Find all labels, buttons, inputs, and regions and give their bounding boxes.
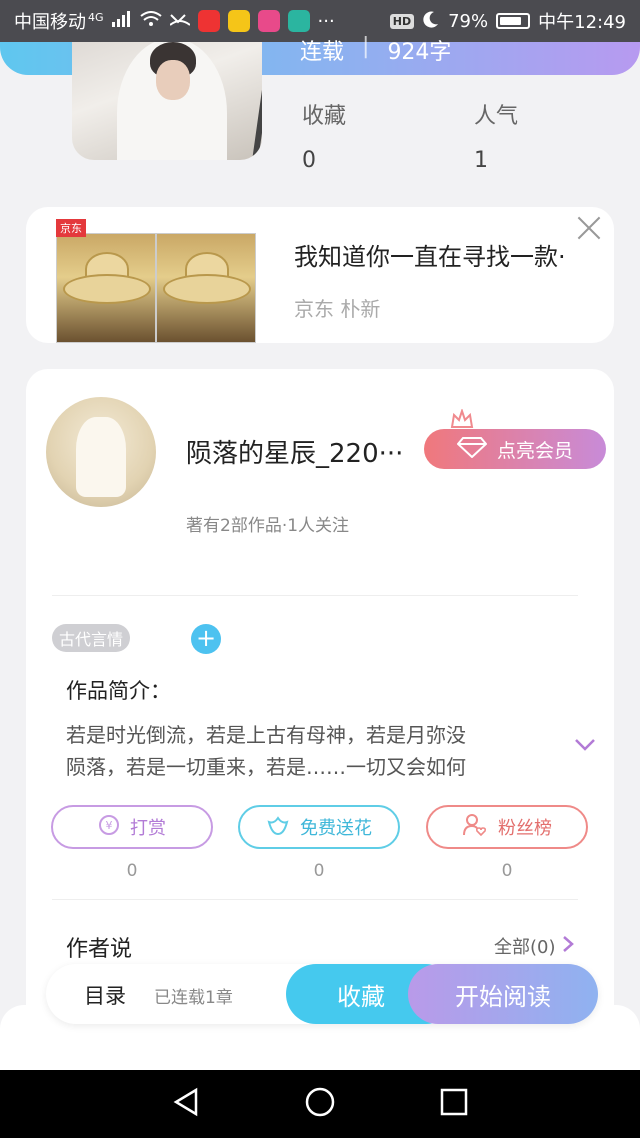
fans-count: 0 (501, 861, 513, 881)
stat-value: 0 (302, 148, 316, 173)
stat-label: 收藏 (302, 104, 347, 129)
battery-percent: 79% (448, 10, 489, 32)
book-meta: 连载 | 924字 (300, 34, 451, 66)
flower-count: 0 (313, 861, 325, 881)
genre-tag[interactable]: 古代言情 (52, 624, 130, 652)
fans-ranking-label: 粉丝榜 (498, 818, 552, 839)
intro-line: 陨落，若是一切重来，若是……一切又会如何 (66, 755, 466, 779)
app-notification-icon (197, 10, 220, 32)
app-notification-icon (257, 10, 280, 32)
ad-image (56, 233, 156, 343)
divider (52, 899, 578, 900)
reward-label: 打赏 (130, 818, 166, 839)
ad-title: 我知道你一直在寻找一款· (294, 243, 566, 271)
book-status: 连载 (300, 40, 345, 65)
author-say-heading: 作者说 (66, 937, 133, 962)
user-heart-icon (462, 813, 488, 842)
avatar[interactable] (46, 397, 156, 507)
vip-button-label: 点亮会员 (496, 439, 573, 462)
stat-value: 1 (474, 148, 488, 173)
toc-button[interactable]: 目录 (84, 980, 126, 1010)
intro-line: 若是时光倒流，若是上古有母神，若是月弥没 (66, 723, 466, 747)
home-icon[interactable] (304, 1086, 336, 1122)
divider (52, 595, 578, 596)
battery-icon (496, 13, 531, 29)
send-flower-button[interactable]: 免费送花 (238, 805, 400, 849)
app-notification-icon (287, 10, 310, 32)
recents-icon[interactable] (440, 1088, 468, 1120)
signal-icon (111, 10, 132, 32)
chevron-right-icon (562, 935, 574, 958)
meta-separator: | (362, 34, 370, 59)
chevron-down-icon[interactable] (574, 737, 596, 756)
svg-text:¥: ¥ (106, 819, 113, 832)
stat-favorites: 收藏 0 (302, 98, 346, 173)
all-comments-link[interactable]: 全部(0) (494, 933, 574, 959)
flower-icon (266, 814, 290, 841)
author-name[interactable]: 陨落的星辰_220··· (186, 433, 426, 470)
yen-icon: ¥ (98, 814, 120, 841)
do-not-disturb-icon (422, 10, 440, 33)
send-flower-label: 免费送花 (300, 818, 372, 839)
battery-fill (500, 17, 522, 25)
back-icon[interactable] (172, 1087, 200, 1121)
fans-ranking-button[interactable]: 粉丝榜 (426, 805, 588, 849)
missed-call-icon (168, 11, 191, 32)
ad-card[interactable]: 我知道你一直在寻找一款· 京东 朴新 (26, 207, 614, 343)
author-meta: 著有2部作品·1人关注 (186, 516, 350, 536)
cover-figure (156, 60, 190, 100)
diamond-icon (456, 436, 488, 463)
brand-tag: 京东 (56, 219, 86, 237)
more-notifications-icon: ··· (317, 10, 335, 32)
carrier-label: 中国移动 (14, 12, 86, 33)
bottom-action-bar: 目录 已连载1章 收藏 开始阅读 (46, 964, 598, 1024)
ad-source: 京东 朴新 (294, 297, 381, 321)
intro-text: 若是时光倒流，若是上古有母神，若是月弥没 陨落，若是一切重来，若是……一切又会如… (66, 719, 556, 783)
add-tag-button[interactable]: + (191, 624, 221, 654)
word-count: 924字 (387, 40, 452, 65)
hd-badge: HD (389, 13, 415, 29)
toc-status: 已连载1章 (154, 988, 233, 1008)
vip-button[interactable]: 点亮会员 (424, 429, 606, 469)
start-reading-button[interactable]: 开始阅读 (408, 964, 598, 1024)
wifi-icon (139, 10, 162, 32)
reward-count: 0 (126, 861, 138, 881)
stat-label: 人气 (474, 104, 519, 129)
ad-image (156, 233, 256, 343)
app-notification-icon (227, 10, 250, 32)
clock: 中午12:49 (538, 12, 626, 33)
system-nav-bar (0, 1070, 640, 1138)
all-comments-label: 全部(0) (494, 937, 556, 958)
reward-button[interactable]: ¥ 打赏 (51, 805, 213, 849)
close-icon[interactable] (574, 213, 604, 243)
intro-heading: 作品简介： (66, 679, 171, 703)
network-label: 4G (88, 10, 104, 24)
stat-popularity: 人气 1 (474, 98, 518, 173)
